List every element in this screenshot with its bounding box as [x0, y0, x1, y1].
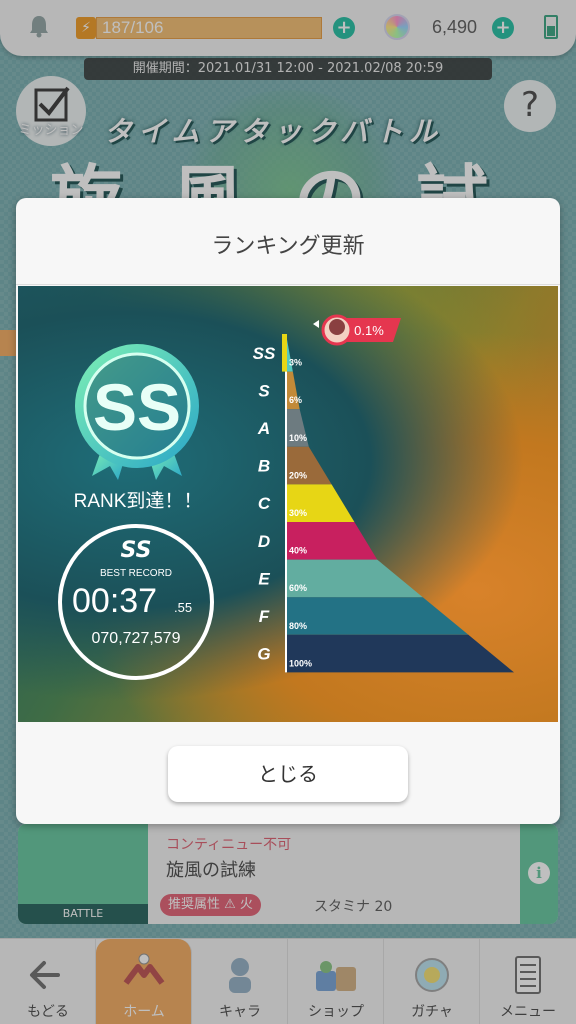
rank-label-g: G — [257, 645, 270, 664]
rank-percent-f: 80% — [289, 621, 307, 631]
ranking-update-dialog: ランキング更新 SS RANK到達！！ SS BEST RECORD 00:37… — [16, 198, 560, 824]
record-label: BEST RECORD — [99, 568, 173, 579]
rank-distribution-chart: SS 3% S 6% A 10% B 20% C 30% D 40% E 60% F 80% G 100% — [253, 334, 514, 673]
rank-percent-b: 20% — [289, 470, 307, 480]
rank-reached-text: RANK到達！！ — [73, 491, 203, 512]
rank-label-f: F — [259, 607, 270, 626]
record-score: 070,727,579 — [91, 630, 181, 647]
rank-percent-s: 6% — [289, 395, 302, 405]
ranking-panel: SS RANK到達！！ SS BEST RECORD 00:37 .55 070… — [18, 286, 558, 722]
rank-percent-a: 10% — [289, 433, 307, 443]
rank-percent-d: 40% — [289, 546, 307, 556]
divider — [16, 284, 560, 285]
record-rank: SS — [120, 538, 152, 563]
rank-label-b: B — [258, 457, 270, 476]
badge-rank-text: SS — [93, 370, 181, 444]
pyramid-band-f — [286, 597, 469, 635]
rank-label-s: S — [258, 381, 270, 400]
rank-percent-c: 30% — [289, 508, 307, 518]
record-ms: .55 — [174, 600, 193, 615]
rank-badge: SS — [75, 344, 199, 480]
modal-title: ランキング更新 — [211, 234, 365, 259]
player-position-marker: 0.1% — [313, 314, 401, 346]
current-rank-marker — [282, 334, 287, 372]
rank-label-c: C — [258, 494, 271, 513]
best-record: SS BEST RECORD 00:37 .55 070,727,579 — [58, 524, 214, 680]
rank-label-d: D — [258, 532, 270, 551]
rank-percent-e: 60% — [289, 583, 307, 593]
pyramid-band-g — [286, 634, 514, 673]
close-button[interactable]: とじる — [168, 746, 408, 802]
record-time: 00:37 — [72, 582, 158, 620]
rank-label-ss: SS — [253, 344, 276, 363]
rank-label-e: E — [258, 569, 270, 588]
rank-label-a: A — [257, 419, 270, 438]
rank-percent-ss: 3% — [289, 358, 302, 368]
rank-percent-g: 100% — [289, 658, 312, 668]
player-percent: 0.1% — [354, 323, 384, 338]
